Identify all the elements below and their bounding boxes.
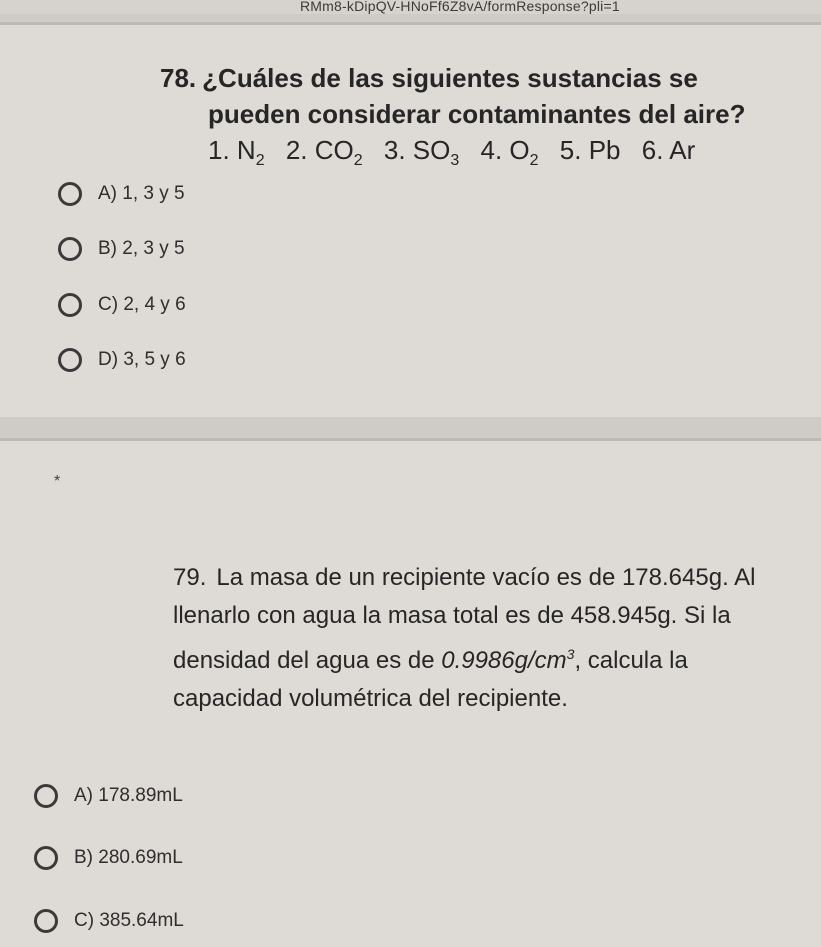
radio-button[interactable] xyxy=(58,293,82,317)
formula-list: 1. N2 2. CO2 3. SO3 4. O2 5. Pb 6. Ar xyxy=(160,132,800,179)
option-label: D) 3, 5 y 6 xyxy=(98,349,186,370)
option-label: A) 1, 3 y 5 xyxy=(98,183,185,204)
question-78-title: 78. ¿Cuáles de las siguientes sustancias … xyxy=(160,60,800,179)
option-78-a[interactable]: A) 1, 3 y 5 xyxy=(58,182,185,206)
option-label: B) 2, 3 y 5 xyxy=(98,238,185,259)
question-number: 78. xyxy=(160,63,197,93)
option-78-c[interactable]: C) 2, 4 y 6 xyxy=(58,293,186,317)
option-label: C) 2, 4 y 6 xyxy=(98,294,186,315)
question-card-78: 78. ¿Cuáles de las siguientes sustancias … xyxy=(0,22,821,417)
formula-item: 3. SO3 xyxy=(383,135,460,170)
question-text-line2: pueden considerar contaminantes del aire… xyxy=(208,99,746,129)
question-79-title: 79. La masa de un recipiente vacío es de … xyxy=(173,559,799,718)
url-text: RMm8-kDipQV-HNoFf6Z8vA/formResponse?pli=… xyxy=(300,0,620,14)
option-79-b[interactable]: B) 280.69mL xyxy=(34,846,183,870)
option-label: B) 280.69mL xyxy=(74,847,183,868)
radio-button[interactable] xyxy=(58,237,82,261)
density-value: 0.9986g/cm3 xyxy=(441,646,575,674)
formula-item: 2. CO2 xyxy=(285,135,363,170)
address-bar[interactable]: RMm8-kDipQV-HNoFf6Z8vA/formResponse?pli=… xyxy=(0,0,821,14)
option-78-d[interactable]: D) 3, 5 y 6 xyxy=(58,348,186,372)
formula-item: 5. Pb xyxy=(559,135,621,165)
radio-button[interactable] xyxy=(34,846,58,870)
formula-item: 1. N2 xyxy=(208,135,265,170)
option-79-a[interactable]: A) 178.89mL xyxy=(34,784,183,808)
form-page: RMm8-kDipQV-HNoFf6Z8vA/formResponse?pli=… xyxy=(0,0,821,947)
question-text-line1: ¿Cuáles de las siguientes sustancias se xyxy=(202,63,698,93)
option-label: C) 385.64mL xyxy=(74,910,184,931)
option-78-b[interactable]: B) 2, 3 y 5 xyxy=(58,237,185,261)
option-79-c[interactable]: C) 385.64mL xyxy=(34,909,184,933)
question-card-79: * 79. La masa de un recipiente vacío es d… xyxy=(0,438,821,947)
radio-button[interactable] xyxy=(34,784,58,808)
option-label: A) 178.89mL xyxy=(74,785,183,806)
question-number: 79. xyxy=(173,564,207,591)
formula-item: 4. O2 xyxy=(480,135,539,170)
radio-button[interactable] xyxy=(58,348,82,372)
radio-button[interactable] xyxy=(34,909,58,933)
radio-button[interactable] xyxy=(58,182,82,206)
required-marker: * xyxy=(54,473,61,490)
formula-item: 6. Ar xyxy=(641,135,696,165)
